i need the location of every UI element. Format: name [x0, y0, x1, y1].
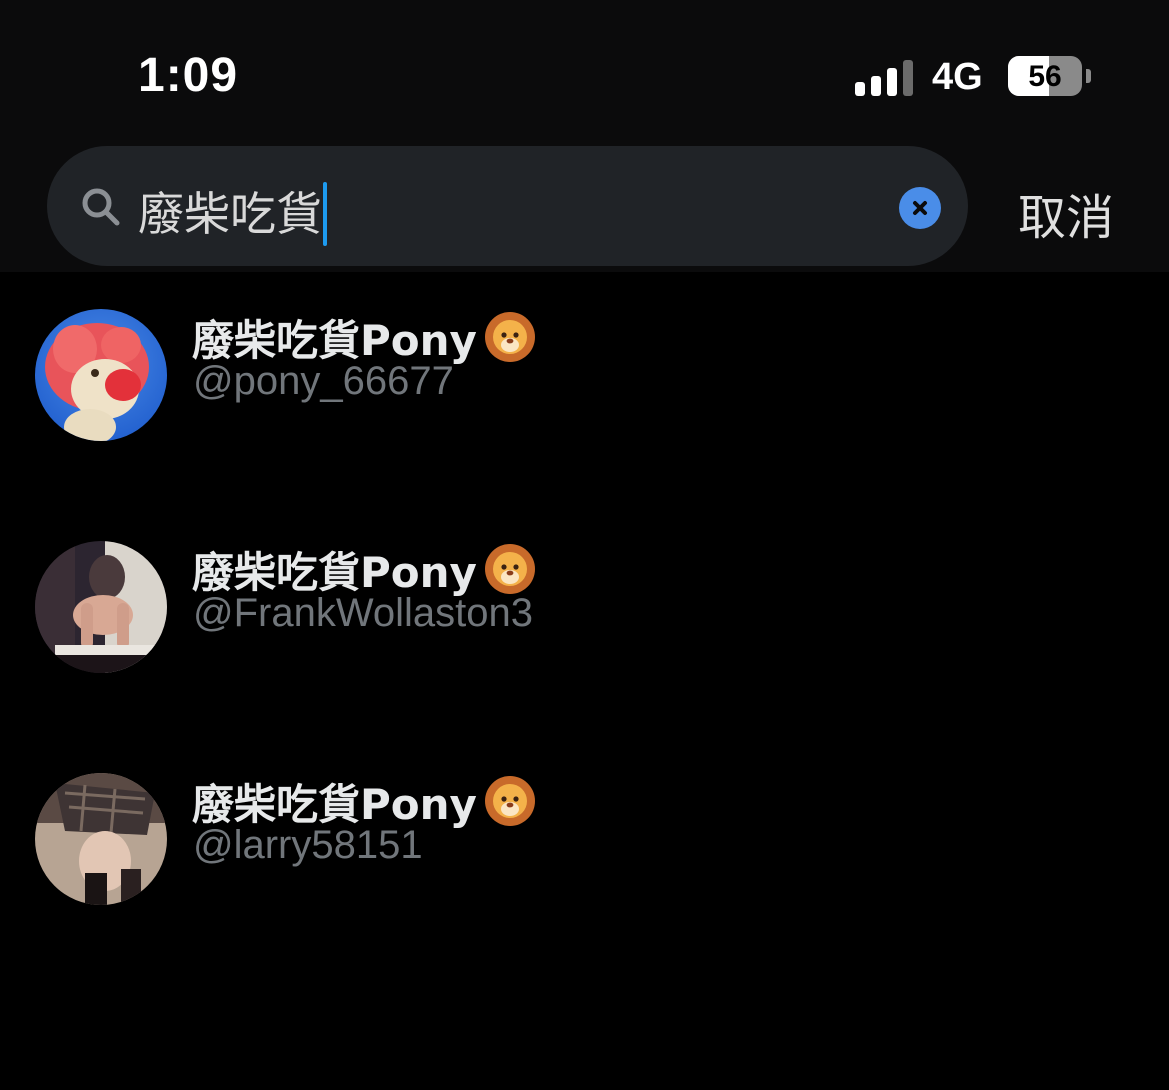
user-handle: @larry58151: [193, 823, 423, 867]
red-lion-plush-avatar: [35, 309, 167, 441]
lion-face-icon: [484, 776, 535, 826]
display-name-row: 廢柴吃貨Pony: [192, 307, 537, 367]
clear-search-button[interactable]: [899, 187, 941, 229]
battery-cap: [1086, 69, 1091, 83]
signal-bar: [855, 82, 865, 96]
lion-face-icon: [484, 312, 535, 362]
lion-face-icon: [484, 544, 535, 594]
signal-bar: [871, 76, 881, 96]
cancel-button[interactable]: 取消: [1018, 178, 1114, 248]
network-type: 4G: [932, 56, 983, 98]
search-query-value: 廢柴吃貨: [138, 187, 322, 241]
search-result-item[interactable]: 廢柴吃貨Pony @pony_66677: [0, 299, 1169, 499]
search-screen: 1:09 4G 56 廢柴吃貨 取消 廢柴吃貨Pony @pony_66677 …: [0, 0, 1169, 1090]
status-bar: 1:09 4G 56: [0, 0, 1169, 140]
display-name-row: 廢柴吃貨Pony: [192, 539, 537, 599]
status-time: 1:09: [138, 49, 239, 102]
avatar[interactable]: [35, 773, 167, 905]
avatar[interactable]: [35, 541, 167, 673]
text-cursor: [323, 181, 327, 246]
search-query-text[interactable]: 廢柴吃貨: [138, 178, 327, 246]
user-handle: @FrankWollaston3: [193, 591, 533, 635]
signal-bar: [887, 68, 897, 96]
seated-person-avatar: [35, 541, 167, 673]
search-result-item[interactable]: 廢柴吃貨Pony @larry58151: [0, 763, 1169, 963]
plaid-skirt-avatar: [35, 773, 167, 905]
signal-bar: [903, 60, 913, 96]
search-icon: [82, 188, 120, 226]
close-icon: [913, 201, 927, 215]
user-handle: @pony_66677: [193, 359, 454, 403]
battery-percent: 56: [1028, 60, 1062, 93]
cellular-signal-icon: [855, 58, 913, 96]
search-result-item[interactable]: 廢柴吃貨Pony @FrankWollaston3: [0, 531, 1169, 731]
search-bar-row: 廢柴吃貨 取消: [0, 140, 1169, 272]
display-name-row: 廢柴吃貨Pony: [192, 771, 537, 831]
battery-icon: 56: [1008, 56, 1082, 96]
avatar[interactable]: [35, 309, 167, 441]
